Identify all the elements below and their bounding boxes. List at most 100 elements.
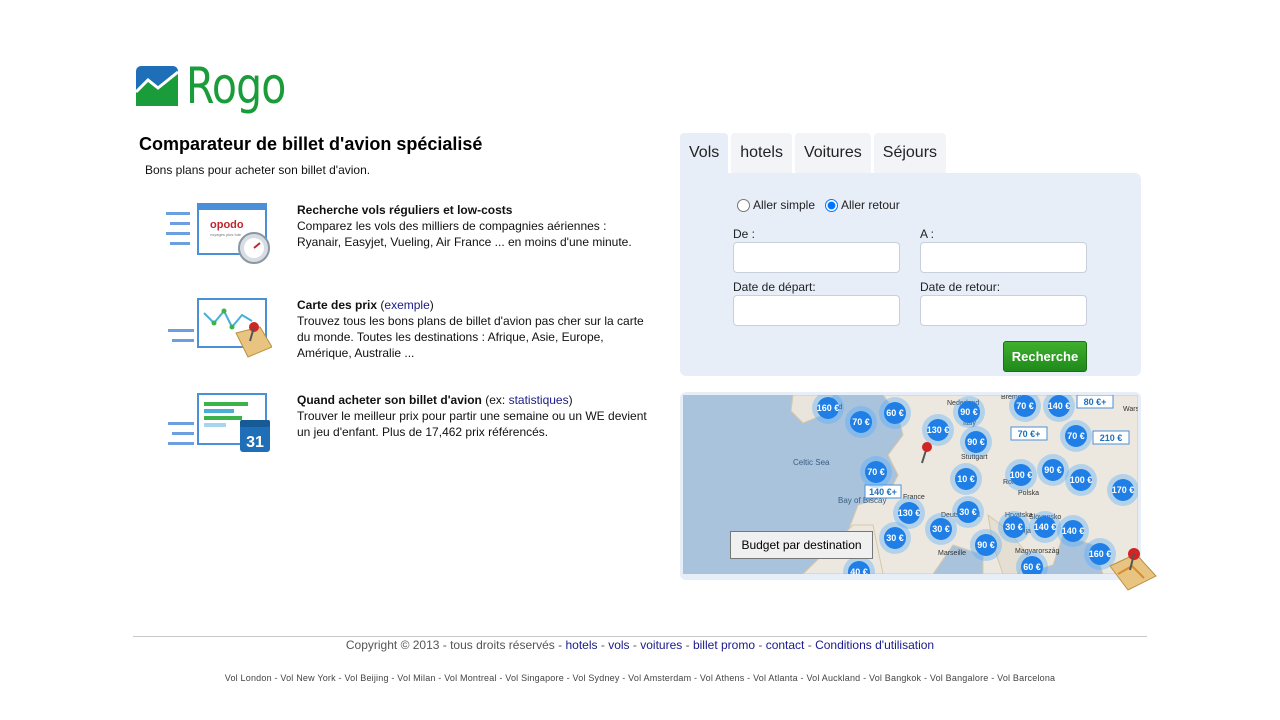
city-link[interactable]: Vol Auckland	[806, 673, 860, 683]
map-place-label: Warszawa	[1123, 406, 1138, 413]
svg-text:70 €: 70 €	[1067, 431, 1085, 441]
one-way-label: Aller simple	[753, 198, 816, 212]
svg-text:140 €: 140 €	[1034, 522, 1057, 532]
city-link[interactable]: Vol Atlanta	[753, 673, 798, 683]
map-price-bubble[interactable]: 80 €+	[1076, 395, 1114, 409]
logo-text: Rogo	[186, 57, 286, 115]
from-input[interactable]	[733, 242, 900, 273]
map-price-bubble[interactable]: 10 €	[950, 463, 982, 495]
footer-link-voitures[interactable]: voitures	[640, 638, 682, 652]
svg-text:40 €: 40 €	[850, 567, 868, 574]
map-price-bubble[interactable]: 30 €	[952, 496, 984, 528]
map-price-bubble[interactable]: 60 €	[879, 397, 911, 429]
svg-text:70 €: 70 €	[852, 417, 870, 427]
return-date-input[interactable]	[920, 295, 1087, 326]
svg-text:140 €+: 140 €+	[869, 487, 897, 497]
trip-type: Aller simple Aller retour	[737, 198, 910, 212]
feature-description: Trouver le meilleur prix pour partir une…	[297, 409, 647, 439]
svg-text:70 €: 70 €	[867, 467, 885, 477]
map-price-bubble[interactable]: 100 €	[1065, 464, 1097, 496]
footer-link-conditions[interactable]: Conditions d'utilisation	[815, 638, 934, 652]
site-logo[interactable]: Rogo	[136, 55, 307, 117]
tab-voitures[interactable]: Voitures	[794, 133, 871, 173]
map-price-bubble[interactable]: 140 €	[1029, 511, 1061, 543]
footer-link-contact[interactable]: contact	[766, 638, 805, 652]
map-price-bubble[interactable]: 170 €	[1107, 474, 1138, 506]
map-price-bubble[interactable]: 90 €	[960, 426, 992, 458]
statistics-link[interactable]: statistiques	[509, 393, 569, 407]
map-price-bubble[interactable]: 70 €+	[1010, 426, 1048, 441]
map-price-bubble[interactable]: 100 €	[1005, 459, 1037, 491]
svg-text:31: 31	[246, 434, 264, 451]
city-links: Vol London - Vol New York - Vol Beijing …	[224, 673, 1056, 683]
map-price-bubble[interactable]: 210 €	[1092, 430, 1130, 445]
return-date-label: Date de retour:	[920, 280, 1001, 294]
city-link[interactable]: Vol Montreal	[444, 673, 496, 683]
svg-text:70 €+: 70 €+	[1018, 429, 1041, 439]
map-price-bubble[interactable]: 90 €	[953, 396, 985, 428]
svg-text:30 €: 30 €	[959, 507, 977, 517]
footer-link-billet-promo[interactable]: billet promo	[693, 638, 755, 652]
tab-vols[interactable]: Vols	[680, 133, 729, 173]
one-way-radio[interactable]	[737, 198, 750, 212]
map-price-bubble[interactable]: 70 €	[845, 406, 877, 438]
map-price-bubble[interactable]: 30 €	[879, 522, 911, 554]
svg-text:30 €: 30 €	[1005, 522, 1023, 532]
footer-link-hotels[interactable]: hotels	[566, 638, 598, 652]
map-price-bubble[interactable]: 130 €	[922, 414, 954, 446]
svg-text:140 €: 140 €	[1062, 526, 1085, 536]
map-place-label: Marseille	[938, 550, 966, 557]
logo-chart-icon	[136, 66, 178, 106]
city-link[interactable]: Vol New York	[280, 673, 335, 683]
city-link[interactable]: Vol Athens	[700, 673, 745, 683]
svg-text:210 €: 210 €	[1100, 433, 1123, 443]
budget-per-destination-button[interactable]: Budget par destination	[730, 531, 873, 559]
footer: Copyright © 2013 - tous droits réservés …	[345, 638, 935, 652]
feature-title: Carte des prix	[297, 298, 378, 312]
depart-date-label: Date de départ:	[733, 280, 816, 294]
map-price-bubble[interactable]: 30 €	[998, 511, 1030, 543]
svg-text:130 €: 130 €	[927, 425, 950, 435]
city-link[interactable]: Vol Barcelona	[997, 673, 1055, 683]
svg-text:opodo: opodo	[210, 219, 244, 231]
map-price-bubble[interactable]: 140 €	[1057, 515, 1089, 547]
svg-text:60 €: 60 €	[886, 408, 904, 418]
tab-hotels[interactable]: hotels	[731, 133, 792, 173]
from-label: De :	[733, 227, 756, 241]
svg-text:70 €: 70 €	[1016, 401, 1034, 411]
svg-text:130 €: 130 €	[898, 508, 921, 518]
footer-link-vols[interactable]: vols	[608, 638, 629, 652]
city-link[interactable]: Vol Bangalore	[930, 673, 989, 683]
city-link[interactable]: Vol Beijing	[344, 673, 388, 683]
search-button[interactable]: Recherche	[1003, 341, 1087, 372]
svg-text:60 €: 60 €	[1023, 562, 1041, 572]
feature-when-to-buy: 31 Quand acheter son billet d'avion (ex:…	[166, 392, 647, 462]
city-link[interactable]: Vol Amsterdam	[628, 673, 691, 683]
map-price-bubble[interactable]: 30 €	[925, 513, 957, 545]
map-price-bubble[interactable]: 70 €	[860, 456, 892, 488]
city-link[interactable]: Vol Sydney	[573, 673, 620, 683]
feature-description: Trouvez tous les bons plans de billet d'…	[297, 314, 644, 360]
map-place-label: Polska	[1018, 490, 1039, 497]
map-price-bubble[interactable]: 90 €	[970, 529, 1002, 561]
map-price-bubble[interactable]: 90 €	[1037, 454, 1069, 486]
city-link[interactable]: Vol Milan	[397, 673, 435, 683]
page-subtitle: Bons plans pour acheter son billet d'avi…	[145, 163, 371, 177]
svg-text:100 €: 100 €	[1010, 470, 1033, 480]
feature-price-map: Carte des prix (exemple) Trouvez tous le…	[166, 297, 646, 367]
svg-text:100 €: 100 €	[1070, 475, 1093, 485]
city-link[interactable]: Vol London	[225, 673, 272, 683]
to-input[interactable]	[920, 242, 1087, 273]
map-price-bubble[interactable]: 70 €	[1060, 420, 1092, 452]
example-link[interactable]: exemple	[384, 298, 429, 312]
city-link[interactable]: Vol Bangkok	[869, 673, 921, 683]
tab-sejours[interactable]: Séjours	[873, 133, 947, 173]
return-radio[interactable]	[825, 198, 839, 212]
opodo-window-icon: opodo voyages plus fute	[166, 203, 270, 264]
svg-text:90 €: 90 €	[977, 540, 995, 550]
map-pin-icon	[1109, 548, 1157, 591]
city-link[interactable]: Vol Singapore	[505, 673, 564, 683]
search-widget: Vols hotels Voitures Séjours Aller simpl…	[680, 133, 1141, 376]
depart-date-input[interactable]	[733, 295, 900, 326]
svg-text:30 €: 30 €	[886, 533, 904, 543]
